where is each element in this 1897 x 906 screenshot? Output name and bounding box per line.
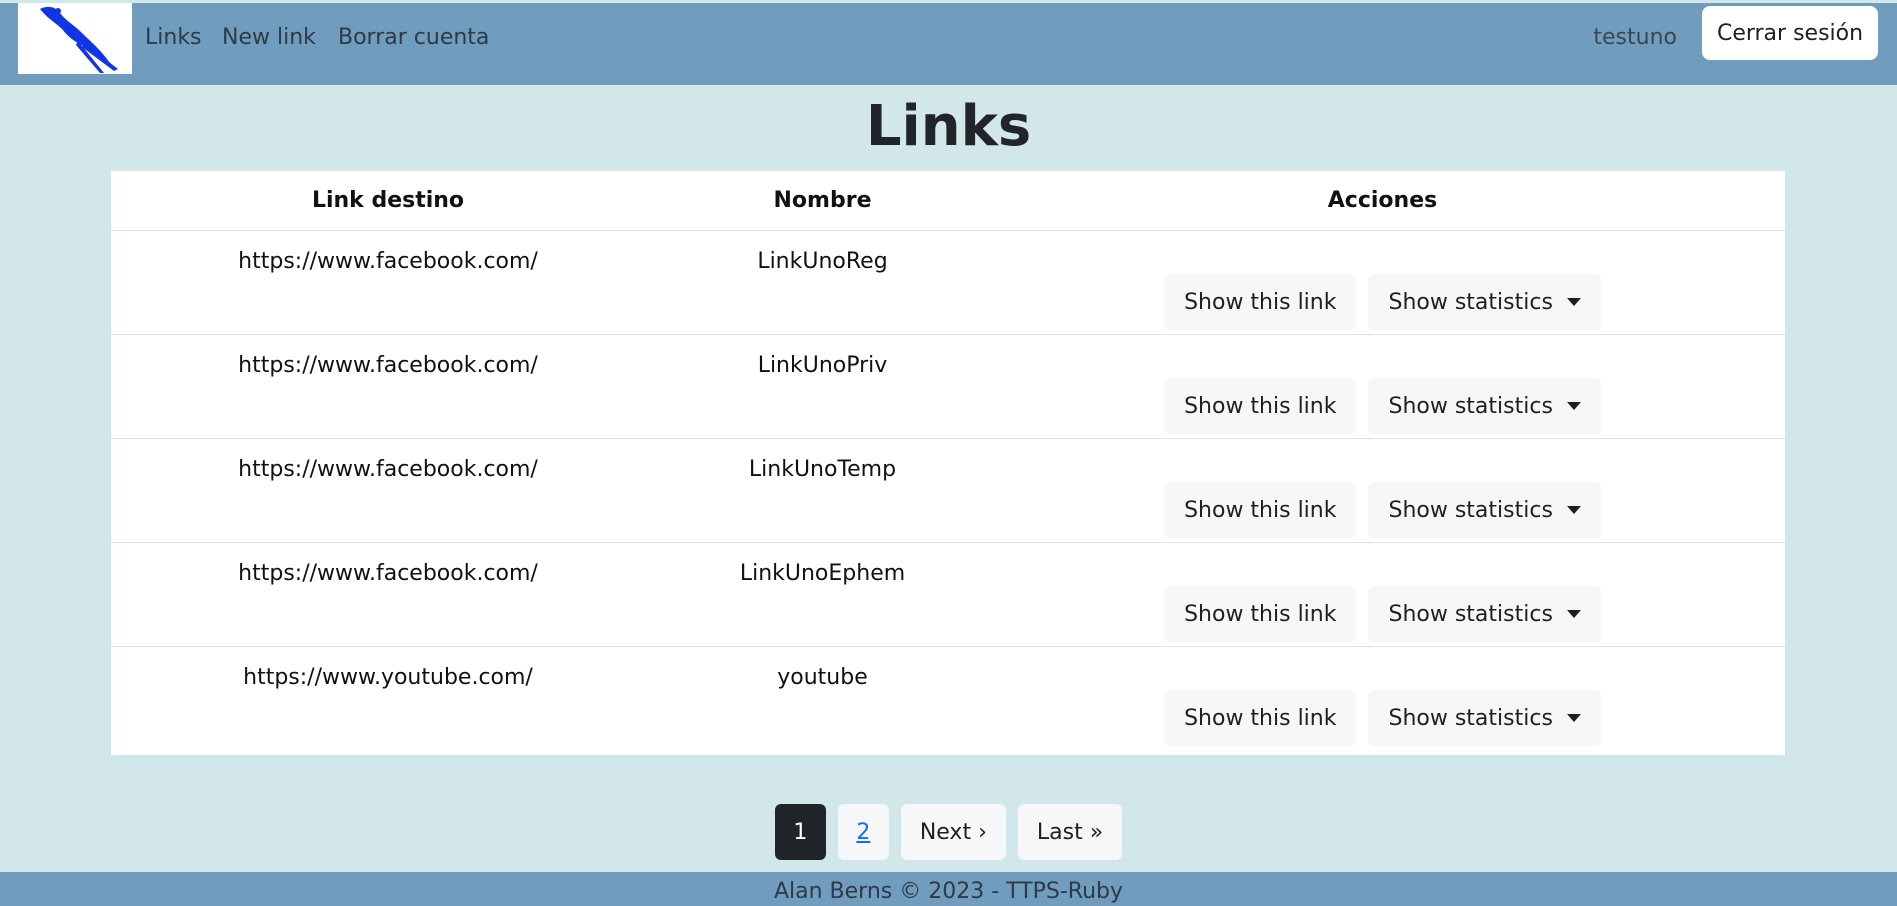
link-url: https://www.youtube.com/ <box>243 665 533 690</box>
link-name: LinkUnoTemp <box>665 438 980 543</box>
show-statistics-dropdown[interactable]: Show statistics <box>1368 690 1601 746</box>
navbar: Links New link Borrar cuenta testuno Cer… <box>0 3 1897 85</box>
show-link-button[interactable]: Show this link <box>1164 274 1357 330</box>
table-row: https://www.facebook.com/ LinkUnoTemp Sh… <box>111 438 1785 543</box>
last-page-button[interactable]: Last » <box>1017 804 1123 860</box>
actions-cell: Show this link Show statistics <box>980 334 1785 439</box>
nav-link-new-link[interactable]: New link <box>222 25 316 50</box>
caret-down-icon <box>1566 402 1581 410</box>
actions-cell: Show this link Show statistics <box>980 542 1785 647</box>
pagination: 1 2 Next › Last » <box>0 804 1897 860</box>
link-url: https://www.facebook.com/ <box>111 334 665 439</box>
link-url: https://www.facebook.com/ <box>111 542 665 647</box>
show-statistics-label: Show statistics <box>1388 601 1553 627</box>
footer: Alan Berns © 2023 - TTPS-Ruby <box>0 872 1897 906</box>
show-link-button[interactable]: Show this link <box>1164 586 1357 642</box>
show-statistics-label: Show statistics <box>1388 497 1553 523</box>
table-header-row: Link destino Nombre Acciones <box>111 171 1785 231</box>
actions-cell: Show this link Show statistics <box>980 647 1785 751</box>
header-acciones: Acciones <box>980 171 1785 231</box>
show-statistics-dropdown[interactable]: Show statistics <box>1368 482 1601 538</box>
table-row: https://www.facebook.com/ LinkUnoPriv Sh… <box>111 334 1785 439</box>
page-1-current[interactable]: 1 <box>774 804 826 860</box>
username: testuno <box>1593 25 1677 50</box>
header-link-destino: Link destino <box>111 171 665 231</box>
show-statistics-dropdown[interactable]: Show statistics <box>1368 274 1601 330</box>
link-url: https://www.facebook.com/ <box>111 230 665 335</box>
show-statistics-label: Show statistics <box>1388 393 1553 419</box>
show-statistics-dropdown[interactable]: Show statistics <box>1368 378 1601 434</box>
link-name: LinkUnoReg <box>665 230 980 335</box>
caret-down-icon <box>1566 298 1581 306</box>
logout-button[interactable]: Cerrar sesión <box>1702 6 1878 60</box>
nav-link-links[interactable]: Links <box>145 25 202 50</box>
show-statistics-label: Show statistics <box>1388 705 1553 731</box>
page-title: Links <box>865 94 1032 159</box>
show-statistics-dropdown[interactable]: Show statistics <box>1368 586 1601 642</box>
header-nombre: Nombre <box>665 171 980 231</box>
link-name: youtube <box>777 665 868 690</box>
link-url: https://www.facebook.com/ <box>111 438 665 543</box>
table-row: https://www.facebook.com/ LinkUnoReg Sho… <box>111 230 1785 335</box>
caret-down-icon <box>1566 610 1581 618</box>
caret-down-icon <box>1566 714 1581 722</box>
show-statistics-label: Show statistics <box>1388 289 1553 315</box>
link-name: LinkUnoPriv <box>665 334 980 439</box>
link-name: LinkUnoEphem <box>665 542 980 647</box>
links-table: Link destino Nombre Acciones https://www… <box>111 171 1785 755</box>
nav-link-borrar-cuenta[interactable]: Borrar cuenta <box>338 25 489 50</box>
footer-text: Alan Berns © 2023 - TTPS-Ruby <box>773 879 1124 904</box>
show-link-button[interactable]: Show this link <box>1164 690 1357 746</box>
show-link-button[interactable]: Show this link <box>1164 378 1357 434</box>
page-2-link[interactable]: 2 <box>837 804 889 860</box>
actions-cell: Show this link Show statistics <box>980 438 1785 543</box>
show-link-button[interactable]: Show this link <box>1164 482 1357 538</box>
caret-down-icon <box>1566 506 1581 514</box>
bird-logo-icon[interactable] <box>18 3 132 74</box>
actions-cell: Show this link Show statistics <box>980 230 1785 335</box>
table-row: https://www.youtube.com/ youtube Show th… <box>111 647 1785 751</box>
next-page-button[interactable]: Next › <box>900 804 1006 860</box>
table-row: https://www.facebook.com/ LinkUnoEphem S… <box>111 542 1785 647</box>
